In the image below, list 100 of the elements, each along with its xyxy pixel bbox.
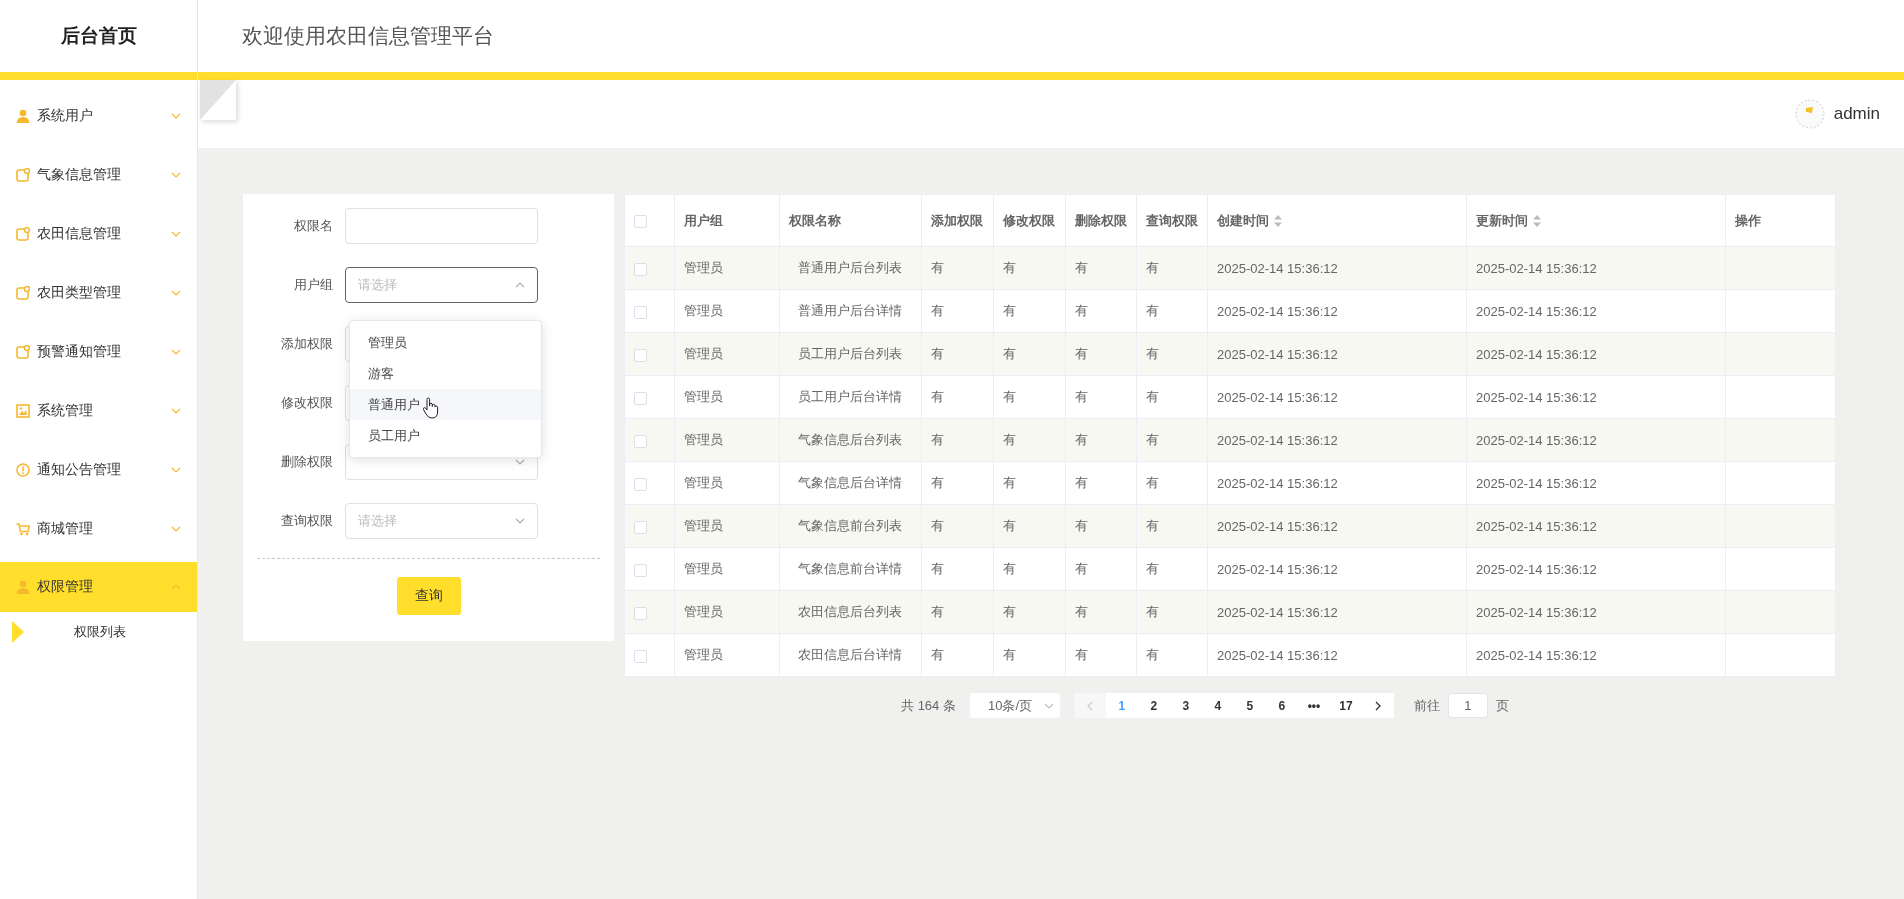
- column-header[interactable]: 更新时间: [1476, 212, 1528, 228]
- table-cell: 2025-02-14 15:36:12: [1466, 504, 1726, 548]
- menu-item[interactable]: 气象信息管理: [0, 145, 197, 204]
- field-label: 权限名: [293, 216, 334, 235]
- table-cell: 有: [1136, 375, 1208, 419]
- note-icon: [16, 344, 30, 359]
- table-cell: 有: [993, 375, 1066, 419]
- table-cell: 2025-02-14 15:36:12: [1207, 332, 1467, 376]
- table-cell: 管理员: [674, 547, 780, 591]
- table-cell: 有: [1065, 246, 1137, 290]
- page-button[interactable]: 4: [1201, 693, 1234, 718]
- table-cell: 有: [993, 504, 1066, 548]
- checkbox[interactable]: [634, 391, 647, 405]
- table-cell: 有: [993, 246, 1066, 290]
- table-cell: 有: [1065, 633, 1137, 677]
- table-cell: 2025-02-14 15:36:12: [1207, 633, 1467, 677]
- table-cell: 有: [993, 461, 1066, 505]
- table-cell: 管理员: [674, 590, 780, 634]
- page-button[interactable]: 3: [1169, 693, 1202, 718]
- menu-item[interactable]: 农田类型管理: [0, 263, 197, 322]
- table-cell: 管理员: [674, 418, 780, 462]
- table-cell: 有: [1065, 590, 1137, 634]
- page-button[interactable]: 6: [1265, 693, 1298, 718]
- username[interactable]: admin: [1833, 104, 1880, 124]
- column-header: 用户组: [674, 194, 780, 247]
- next-page-button[interactable]: [1361, 693, 1394, 718]
- table-cell: 2025-02-14 15:36:12: [1207, 504, 1467, 548]
- table-cell: 有: [921, 375, 994, 419]
- menu-item[interactable]: 权限管理: [0, 562, 197, 612]
- table-cell: 2025-02-14 15:36:12: [1466, 418, 1726, 462]
- table-cell: 2025-02-14 15:36:12: [1207, 590, 1467, 634]
- table-cell: 管理员: [674, 332, 780, 376]
- sidebar-title: 后台首页: [59, 24, 138, 48]
- column-header[interactable]: 创建时间: [1217, 212, 1269, 228]
- table-cell: 有: [993, 547, 1066, 591]
- table-cell: 有: [1065, 547, 1137, 591]
- menu-item[interactable]: 通知公告管理: [0, 440, 197, 499]
- column-header: 查询权限: [1136, 194, 1208, 247]
- page-title: 欢迎使用农田信息管理平台: [242, 23, 494, 49]
- table-cell: 2025-02-14 15:36:12: [1466, 590, 1726, 634]
- table-cell: 有: [921, 289, 994, 333]
- search-button[interactable]: 查询: [396, 577, 461, 615]
- checkbox[interactable]: [634, 434, 647, 448]
- table-cell: 有: [993, 418, 1066, 462]
- menu-item[interactable]: 农田信息管理: [0, 204, 197, 263]
- table-cell: 气象信息前台详情: [779, 547, 922, 591]
- checkbox[interactable]: [634, 606, 647, 620]
- table-cell: 有: [1136, 332, 1208, 376]
- menu-item[interactable]: 商城管理: [0, 499, 197, 558]
- person-icon: [16, 580, 30, 594]
- table-cell: 有: [1136, 246, 1208, 290]
- dropdown-option[interactable]: 管理员: [350, 327, 541, 358]
- checkbox[interactable]: [634, 477, 647, 491]
- note-icon: [16, 226, 30, 241]
- column-header: 删除权限: [1065, 194, 1137, 247]
- table-cell: 有: [1065, 418, 1137, 462]
- checkbox[interactable]: [634, 520, 647, 534]
- table-cell: 有: [1065, 375, 1137, 419]
- checkbox[interactable]: [634, 305, 647, 319]
- goto-label: 前往: [1413, 696, 1440, 715]
- page-button[interactable]: 2: [1137, 693, 1170, 718]
- field-label: 删除权限: [280, 452, 334, 471]
- fold-corner-icon: [200, 80, 236, 120]
- table-cell: 有: [921, 590, 994, 634]
- menu-item[interactable]: 系统用户: [0, 86, 197, 145]
- table-cell: 2025-02-14 15:36:12: [1466, 246, 1726, 290]
- page-button[interactable]: 17: [1329, 693, 1362, 718]
- submenu-item[interactable]: 权限列表: [74, 623, 126, 641]
- table-cell: 2025-02-14 15:36:12: [1207, 289, 1467, 333]
- sort-icon: [1274, 215, 1282, 228]
- note-icon: [16, 167, 30, 182]
- checkbox[interactable]: [634, 215, 647, 229]
- input-field[interactable]: [345, 207, 538, 244]
- field-label: 修改权限: [280, 393, 334, 412]
- page-input[interactable]: 1: [1447, 693, 1488, 718]
- checkbox[interactable]: [634, 348, 647, 362]
- field-label: 用户组: [293, 275, 334, 294]
- table-cell: 2025-02-14 15:36:12: [1207, 375, 1467, 419]
- checkbox[interactable]: [634, 262, 647, 276]
- table-cell: 2025-02-14 15:36:12: [1466, 633, 1726, 677]
- table-cell: 2025-02-14 15:36:12: [1207, 547, 1467, 591]
- image-icon: [16, 403, 30, 418]
- checkbox[interactable]: [634, 563, 647, 577]
- page-button[interactable]: 5: [1233, 693, 1266, 718]
- page-button[interactable]: •••: [1297, 693, 1330, 718]
- table-cell: 有: [1136, 289, 1208, 333]
- field-label: 查询权限: [280, 511, 334, 530]
- dropdown-option[interactable]: 普通用户: [350, 389, 541, 420]
- chevron-up-icon: [171, 582, 181, 592]
- table-cell: 员工用户后台详情: [779, 375, 922, 419]
- table-cell: 管理员: [674, 375, 780, 419]
- dropdown-option[interactable]: 游客: [350, 358, 541, 389]
- menu-item[interactable]: 预警通知管理: [0, 322, 197, 381]
- cart-icon: [16, 521, 30, 536]
- checkbox[interactable]: [634, 649, 647, 663]
- page-size-select[interactable]: 10条/页: [969, 693, 1060, 718]
- table-cell: 有: [993, 590, 1066, 634]
- dropdown-option[interactable]: 员工用户: [350, 420, 541, 451]
- menu-item[interactable]: 系统管理: [0, 381, 197, 440]
- column-header: 修改权限: [993, 194, 1066, 247]
